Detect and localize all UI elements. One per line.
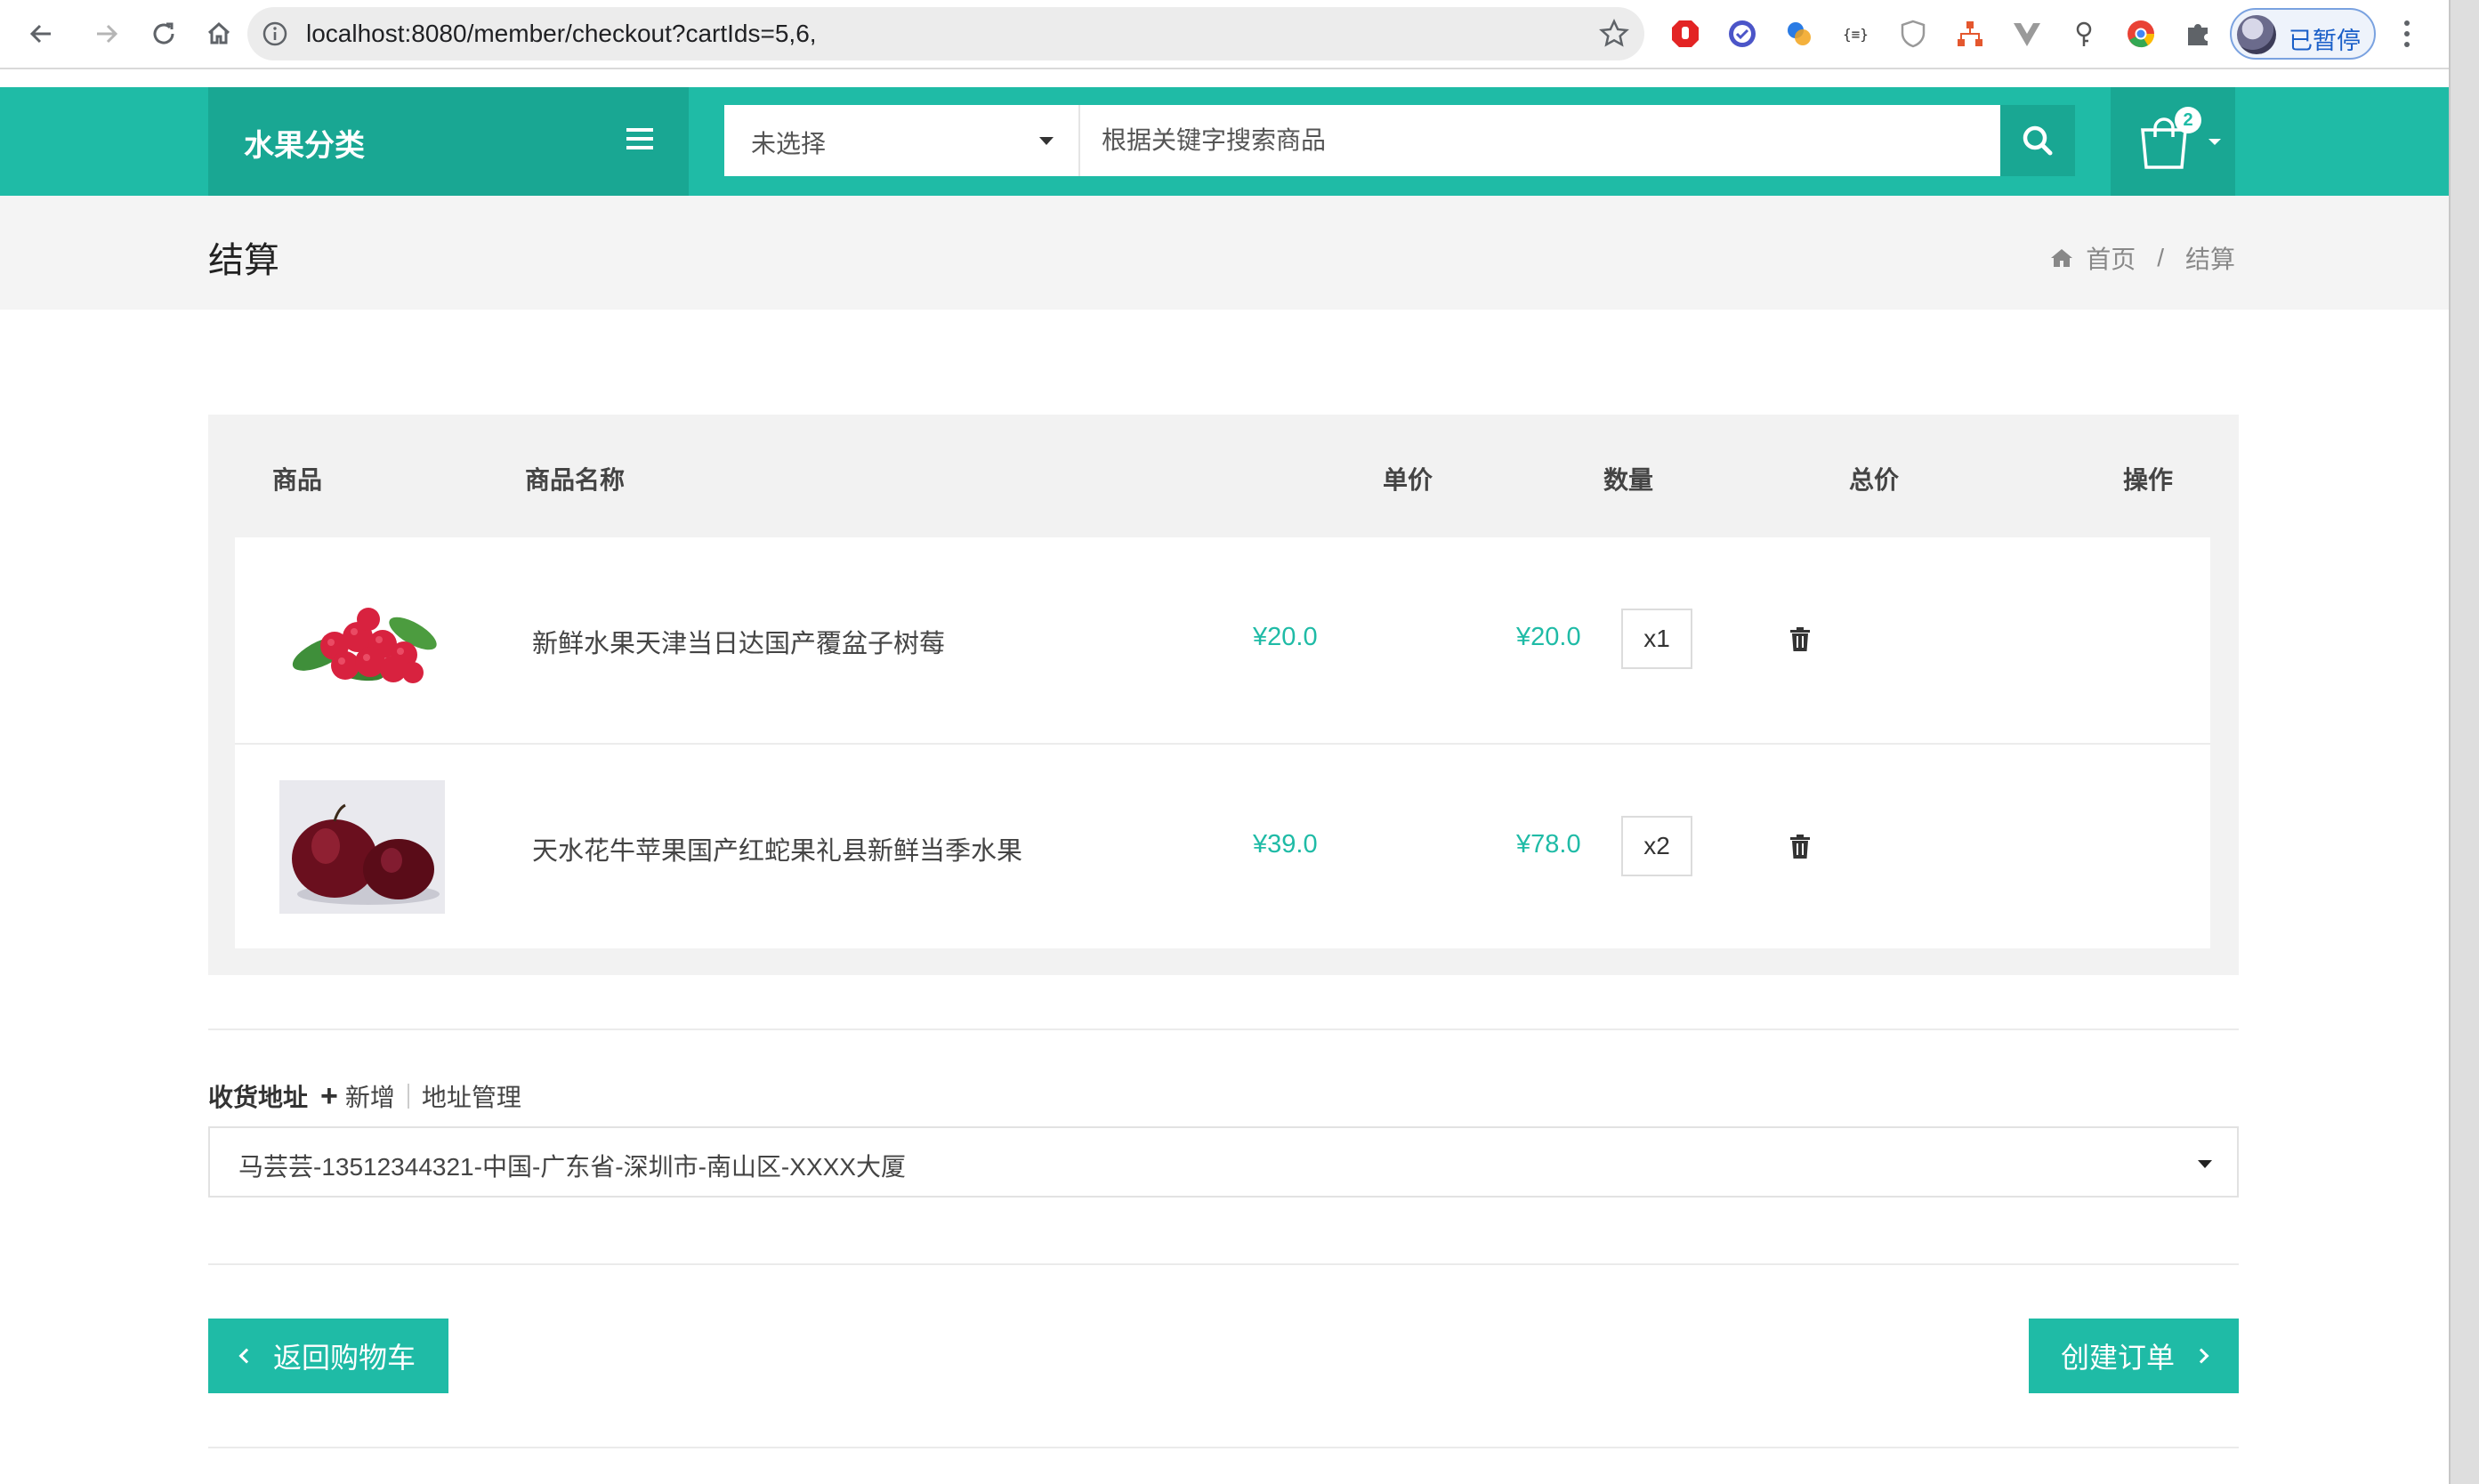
caret-down-icon	[2208, 139, 2221, 145]
row-total: ¥20.0	[1516, 623, 1581, 651]
quantity-value: x1	[1621, 609, 1692, 669]
back-to-cart-label: 返回购物车	[272, 1342, 416, 1374]
reload-icon[interactable]	[142, 12, 185, 55]
breadcrumb: 首页 / 结算	[2050, 240, 2235, 276]
site-info-icon[interactable]	[262, 20, 288, 47]
address-header: 收货地址 + 新增 地址管理	[208, 1078, 521, 1114]
breadcrumb-current: 结算	[2184, 246, 2235, 273]
search-category-select[interactable]: 未选择	[724, 105, 1080, 176]
key-extension-icon[interactable]	[2068, 18, 2100, 50]
address-label: 收货地址	[208, 1084, 309, 1111]
address-select[interactable]: 马芸芸-13512344321-中国-广东省-深圳市-南山区-XXXX大厦	[208, 1126, 2239, 1198]
table-row: 新鲜水果天津当日达国产覆盆子树莓 ¥20.0 x1 ¥20.0	[235, 537, 2210, 743]
back-to-cart-button[interactable]: 返回购物车	[208, 1319, 448, 1393]
column-header-total: 总价	[1849, 466, 1900, 494]
chevron-right-icon	[2193, 1348, 2209, 1364]
cart-count-badge: 2	[2175, 107, 2201, 133]
chevron-left-icon	[238, 1348, 254, 1364]
json-extension-icon[interactable]: {≡}	[1840, 18, 1872, 50]
column-header-action: 操作	[2123, 466, 2174, 494]
category-menu[interactable]: 水果分类	[208, 87, 689, 196]
divider	[208, 1263, 2239, 1265]
address-bar[interactable]: localhost:8080/member/checkout?cartIds=5…	[247, 7, 1644, 60]
category-title: 水果分类	[244, 129, 365, 163]
page-title-bar: 结算 首页 / 结算	[0, 196, 2449, 310]
checkout-table: 商品 商品名称 单价 数量 总价 操作 新鲜水果天津当日达国产覆盆子树莓 ¥20…	[208, 415, 2239, 975]
translate-extension-icon[interactable]	[1783, 18, 1815, 50]
caret-down-icon	[1039, 137, 1054, 145]
profile-status-label: 已暂停	[2289, 28, 2361, 54]
shield-extension-icon[interactable]	[1897, 18, 1929, 50]
chrome-extension-icon[interactable]	[2125, 18, 2157, 50]
site-header: 水果分类 未选择 2	[0, 87, 2449, 196]
divider	[208, 1028, 2239, 1030]
create-order-button[interactable]: 创建订单	[2029, 1319, 2239, 1393]
create-order-label: 创建订单	[2060, 1342, 2175, 1374]
hamburger-menu-icon[interactable]	[626, 127, 653, 150]
svg-text:{≡}: {≡}	[1843, 26, 1869, 43]
puzzle-extensions-icon[interactable]	[2182, 18, 2214, 50]
url-text[interactable]: localhost:8080/member/checkout?cartIds=5…	[306, 20, 817, 48]
column-header-product: 商品	[272, 466, 323, 494]
table-row: 天水花牛苹果国产红蛇果礼县新鲜当季水果 ¥39.0 x2 ¥78.0	[235, 743, 2210, 948]
cart-rows: 新鲜水果天津当日达国产覆盆子树莓 ¥20.0 x1 ¥20.0 天水花牛苹果国产…	[235, 537, 2210, 948]
plus-icon: +	[320, 1079, 338, 1113]
trash-icon[interactable]	[1789, 626, 1812, 653]
devtools-side-panel	[2449, 0, 2479, 1484]
trash-icon[interactable]	[1789, 834, 1812, 860]
divider	[407, 1084, 409, 1109]
column-header-name: 商品名称	[525, 466, 626, 494]
back-arrow-icon[interactable]	[20, 12, 62, 55]
unit-price: ¥39.0	[1253, 830, 1318, 859]
add-address-link[interactable]: + 新增	[320, 1078, 395, 1114]
sitemap-extension-icon[interactable]	[1954, 18, 1986, 50]
quantity-value: x2	[1621, 816, 1692, 876]
search-icon	[2023, 125, 2053, 156]
row-total: ¥78.0	[1516, 830, 1581, 859]
unit-price: ¥20.0	[1253, 623, 1318, 651]
vue-devtools-icon[interactable]	[2011, 18, 2043, 50]
add-address-label: 新增	[344, 1084, 395, 1111]
forward-arrow-icon[interactable]	[85, 12, 128, 55]
apple-image[interactable]	[279, 780, 445, 914]
bookmark-star-icon[interactable]	[1598, 18, 1630, 50]
avatar	[2237, 15, 2276, 54]
page-title: 结算	[208, 241, 279, 280]
search-input[interactable]	[1080, 105, 2000, 176]
manage-address-link[interactable]: 地址管理	[422, 1078, 521, 1114]
product-name[interactable]: 新鲜水果天津当日达国产覆盆子树莓	[532, 623, 945, 660]
more-menu-icon[interactable]	[2394, 16, 2420, 52]
adblock-extension-icon[interactable]	[1669, 18, 1701, 50]
divider	[208, 1447, 2239, 1448]
breadcrumb-separator: /	[2157, 244, 2164, 271]
browser-toolbar: localhost:8080/member/checkout?cartIds=5…	[0, 0, 2479, 69]
search-category-value: 未选择	[751, 130, 827, 157]
caret-down-icon	[2198, 1160, 2212, 1168]
home-icon[interactable]	[198, 12, 240, 55]
cart-button[interactable]: 2	[2111, 87, 2235, 196]
address-selected-value: 马芸芸-13512344321-中国-广东省-深圳市-南山区-XXXX大厦	[238, 1153, 906, 1181]
column-header-unit-price: 单价	[1383, 466, 1433, 494]
column-header-quantity: 数量	[1603, 466, 1654, 494]
product-name[interactable]: 天水花牛苹果国产红蛇果礼县新鲜当季水果	[532, 830, 1022, 867]
breadcrumb-home-link[interactable]: 首页	[2086, 240, 2136, 276]
raspberry-image[interactable]	[279, 573, 445, 706]
search-button[interactable]	[2000, 105, 2075, 176]
home-icon	[2051, 249, 2073, 267]
checkmark-extension-icon[interactable]	[1726, 18, 1758, 50]
profile-button[interactable]: 已暂停	[2230, 8, 2376, 60]
